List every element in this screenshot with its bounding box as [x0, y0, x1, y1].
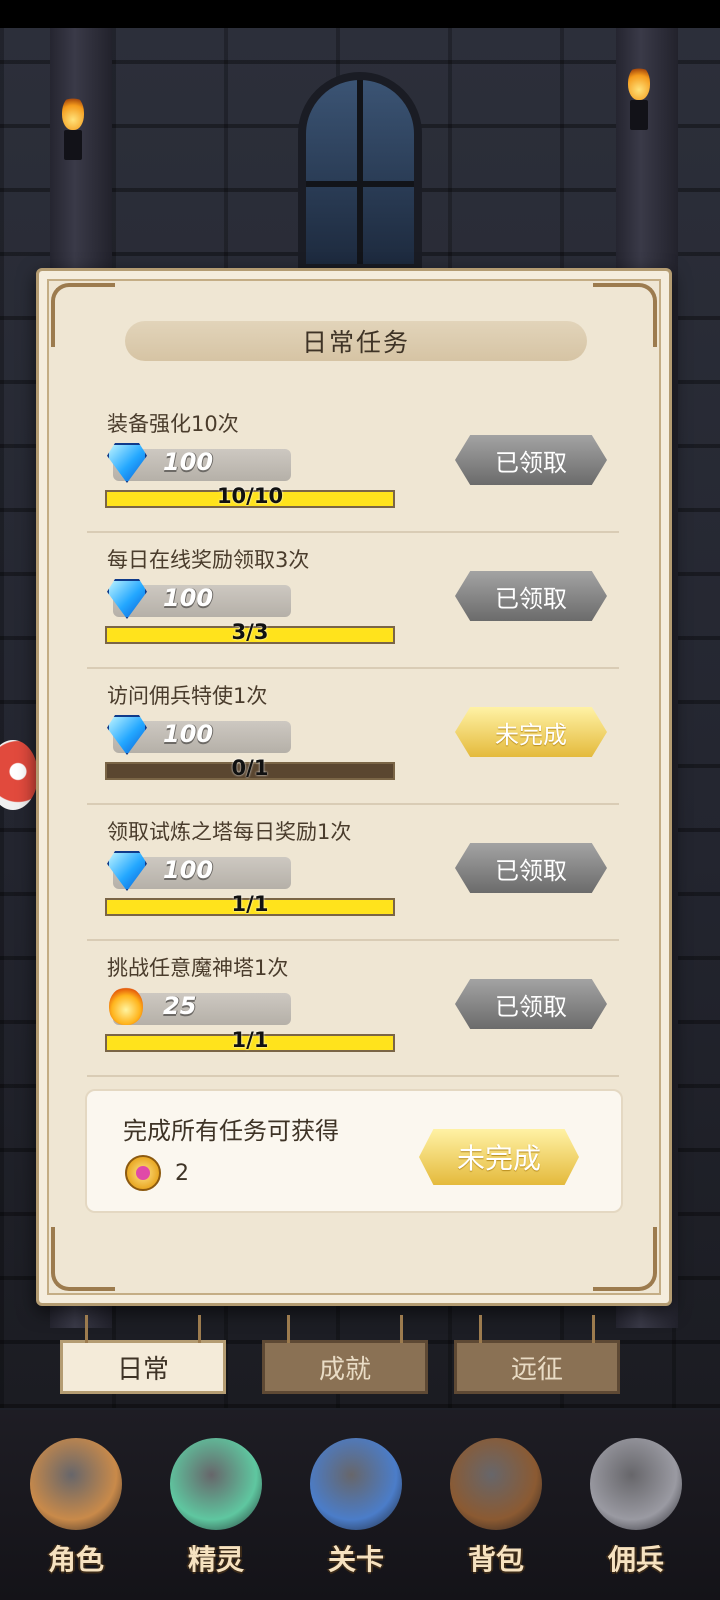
coin-icon	[125, 1155, 161, 1191]
tab-0[interactable]: 日常	[60, 1315, 226, 1394]
tab-1[interactable]: 成就	[262, 1315, 428, 1394]
diamond-icon	[103, 715, 149, 757]
task-status-button[interactable]: 已领取	[455, 435, 607, 485]
task-row: 装备强化10次 100 10/10 已领取	[87, 395, 619, 533]
fireball-icon	[103, 987, 149, 1029]
diamond-icon	[103, 851, 149, 893]
tab-label: 远征	[510, 1354, 563, 1385]
task-status-button[interactable]: 未完成	[455, 707, 607, 757]
ornament-corner	[51, 1227, 115, 1291]
progress-text: 1/1	[231, 1028, 269, 1052]
progress-text: 1/1	[231, 892, 269, 916]
nav-item-1[interactable]: 精灵	[156, 1430, 276, 1590]
progress-text: 10/10	[216, 484, 284, 508]
torch-right-icon	[622, 66, 656, 136]
task-row: 领取试炼之塔每日奖励1次 100 1/1 已领取	[87, 803, 619, 941]
task-title: 挑战任意魔神塔1次	[107, 956, 289, 980]
nav-label: 角色	[47, 1543, 104, 1576]
character-icon	[30, 1438, 122, 1530]
reward-amount: 25	[163, 992, 197, 1020]
progress-text: 3/3	[231, 620, 269, 644]
gothic-window	[298, 72, 422, 272]
nav-item-2[interactable]: 关卡	[296, 1430, 416, 1590]
task-status-button[interactable]: 已领取	[455, 571, 607, 621]
bonus-status-button[interactable]: 未完成	[419, 1129, 579, 1185]
torch-left-icon	[56, 96, 90, 166]
task-row: 挑战任意魔神塔1次 25 1/1 已领取	[87, 939, 619, 1077]
tab-2[interactable]: 远征	[454, 1315, 620, 1394]
reward-amount: 100	[163, 584, 214, 612]
task-title: 每日在线奖励领取3次	[107, 548, 310, 572]
progress-bar: 1/1	[105, 1028, 395, 1052]
task-title: 领取试炼之塔每日奖励1次	[107, 820, 352, 844]
nav-label: 精灵	[187, 1543, 244, 1576]
tab-label: 成就	[318, 1354, 371, 1385]
all-tasks-bonus: 完成所有任务可获得 2 未完成	[85, 1089, 623, 1213]
spirit-icon	[170, 1438, 262, 1530]
task-row: 访问佣兵特使1次 100 0/1 未完成	[87, 667, 619, 805]
nav-item-4[interactable]: 佣兵	[576, 1430, 696, 1590]
task-title: 访问佣兵特使1次	[107, 684, 268, 708]
progress-bar: 10/10	[105, 484, 395, 508]
progress-text: 0/1	[231, 756, 269, 780]
reward-amount: 100	[163, 720, 214, 748]
status-bar	[0, 0, 720, 28]
nav-label: 背包	[467, 1543, 524, 1576]
backpack-icon	[450, 1438, 542, 1530]
reward-amount: 100	[163, 448, 214, 476]
daily-task-panel: 日常任务 装备强化10次 100 10/10 已领取 每日在线奖励领取3次 100 3/3 已…	[36, 268, 672, 1306]
bonus-text: 完成所有任务可获得	[123, 1117, 339, 1145]
nav-label: 关卡	[327, 1543, 384, 1576]
task-row: 每日在线奖励领取3次 100 3/3 已领取	[87, 531, 619, 669]
diamond-icon	[103, 443, 149, 485]
bonus-count: 2	[175, 1161, 189, 1186]
bottom-nav: 角色 精灵 关卡 背包 佣兵	[0, 1410, 720, 1600]
diamond-icon	[103, 579, 149, 621]
task-status-button[interactable]: 已领取	[455, 979, 607, 1029]
ornament-corner	[51, 283, 115, 347]
nav-item-3[interactable]: 背包	[436, 1430, 556, 1590]
task-title: 装备强化10次	[107, 412, 239, 436]
progress-bar: 1/1	[105, 892, 395, 916]
panel-title: 日常任务	[125, 321, 587, 361]
ornament-corner	[593, 283, 657, 347]
progress-bar: 3/3	[105, 620, 395, 644]
task-status-button[interactable]: 已领取	[455, 843, 607, 893]
reward-amount: 100	[163, 856, 214, 884]
mercenary-icon	[590, 1438, 682, 1530]
stage-icon	[310, 1438, 402, 1530]
ornament-corner	[593, 1227, 657, 1291]
tab-label: 日常	[116, 1354, 169, 1385]
nav-label: 佣兵	[607, 1543, 664, 1576]
progress-bar: 0/1	[105, 756, 395, 780]
nav-item-0[interactable]: 角色	[16, 1430, 136, 1590]
